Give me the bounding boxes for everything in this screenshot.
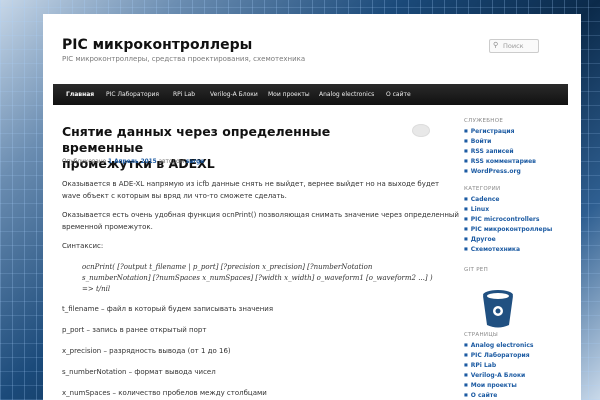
widget-title-categories: КАТЕГОРИИ bbox=[464, 186, 501, 192]
page-link-projects[interactable]: Мои проекты bbox=[464, 382, 517, 389]
category-other[interactable]: Другое bbox=[464, 236, 496, 243]
category-cadence[interactable]: Cadence bbox=[464, 196, 500, 203]
nav-home[interactable]: Главная bbox=[59, 84, 101, 105]
param-num-spaces: x_numSpaces – количество пробелов между … bbox=[62, 389, 267, 397]
nav-my-projects[interactable]: Мои проекты bbox=[261, 84, 317, 105]
page-link-analog[interactable]: Analog electronics bbox=[464, 342, 534, 349]
category-pic-ru[interactable]: PIC микроконтроллеры bbox=[464, 226, 553, 233]
nav-about[interactable]: О сайте bbox=[379, 84, 418, 105]
sidebar-link-login[interactable]: Войти bbox=[464, 138, 492, 145]
nav-pic-lab[interactable]: PIC Лаборатория bbox=[99, 84, 166, 105]
nav-rpi-lab[interactable]: RPi Lab bbox=[166, 84, 202, 105]
main-navigation: Главная PIC Лаборатория RPi Lab Verilog-… bbox=[53, 84, 568, 105]
post-author-link[interactable]: sarge bbox=[186, 159, 204, 165]
paragraph-1-line2: wave объект с которым вы вряд ли что-то … bbox=[62, 192, 287, 200]
paragraph-1-line1: Оказывается в ADE-XL напрямую из icfb да… bbox=[62, 180, 440, 188]
sidebar-link-register[interactable]: Регистрация bbox=[464, 128, 515, 135]
bitbucket-icon[interactable] bbox=[480, 289, 516, 329]
sidebar-link-rss-posts[interactable]: RSS записей bbox=[464, 148, 514, 155]
post-meta: Опубликовано 1 Апрель 2015 автором sarge bbox=[62, 159, 204, 165]
page-link-pic-lab[interactable]: PIC Лаборатория bbox=[464, 352, 530, 359]
search-placeholder: Поиск bbox=[503, 42, 524, 50]
search-input[interactable]: ⚲ Поиск bbox=[489, 39, 539, 53]
paragraph-2-line2: временной промежуток. bbox=[62, 223, 153, 231]
post-date-link[interactable]: 1 Апрель 2015 bbox=[108, 159, 157, 165]
paragraph-2-line1: Оказывается есть очень удобная функция o… bbox=[62, 211, 459, 219]
site-title[interactable]: PIC микроконтроллеры bbox=[62, 37, 252, 53]
page-link-rpi-lab[interactable]: RPi Lab bbox=[464, 362, 496, 369]
page-link-verilog[interactable]: Verilog-A Блоки bbox=[464, 372, 525, 379]
page-link-about[interactable]: О сайте bbox=[464, 392, 498, 399]
syntax-label: Синтаксис: bbox=[62, 242, 104, 250]
author-prefix: автором bbox=[158, 159, 185, 165]
post-title-line1: Снятие данных через определенные временн… bbox=[62, 124, 331, 155]
sidebar-link-rss-comments[interactable]: RSS комментариев bbox=[464, 158, 536, 165]
param-filename: t_filename – файл в который будем записы… bbox=[62, 305, 274, 313]
search-icon: ⚲ bbox=[493, 41, 499, 49]
widget-title-pages: СТРАНИЦЫ bbox=[464, 332, 499, 338]
sidebar-link-wordpress[interactable]: WordPress.org bbox=[464, 168, 521, 175]
nav-verilog[interactable]: Verilog-A Блоки bbox=[203, 84, 265, 105]
widget-title-git: GIT РЕП bbox=[464, 267, 489, 273]
meta-prefix: Опубликовано bbox=[62, 159, 107, 165]
site-description: PIC микроконтроллеры, средства проектиро… bbox=[62, 55, 306, 63]
nav-analog[interactable]: Analog electronics bbox=[312, 84, 381, 105]
widget-title-service: СЛУЖЕБНОЕ bbox=[464, 118, 504, 124]
comment-bubble-icon[interactable] bbox=[412, 124, 430, 137]
category-linux[interactable]: Linux bbox=[464, 206, 489, 213]
code-line-3: => t/nil bbox=[82, 285, 111, 293]
param-port: p_port – запись в ранее открытый порт bbox=[62, 326, 207, 334]
category-pic-en[interactable]: PIC microcontrollers bbox=[464, 216, 540, 223]
page-container: PIC микроконтроллеры PIC микроконтроллер… bbox=[43, 14, 581, 400]
param-number-notation: s_numberNotation – формат вывода чисел bbox=[62, 368, 216, 376]
category-circuits[interactable]: Схемотехника bbox=[464, 246, 520, 253]
param-precision: x_precision – разрядность вывода (от 1 д… bbox=[62, 347, 231, 355]
code-line-2: s_numberNotation] [?numSpaces x_numSpace… bbox=[82, 274, 433, 282]
